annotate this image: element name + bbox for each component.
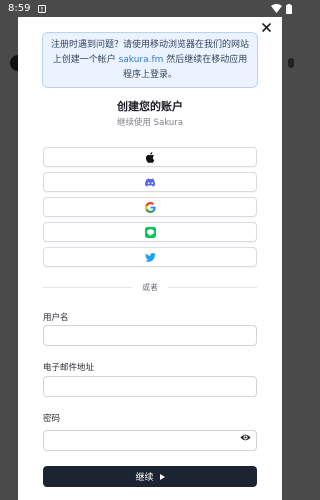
eye-icon[interactable] — [240, 432, 251, 443]
line-signin-button[interactable] — [43, 222, 257, 242]
password-input[interactable] — [43, 429, 257, 451]
notification-icon — [38, 4, 47, 13]
divider-text: 或者 — [142, 282, 158, 292]
status-time: 8:59 — [8, 3, 31, 14]
wifi-icon — [271, 4, 282, 13]
status-bar: 8:59 — [0, 0, 300, 17]
google-signin-button[interactable] — [43, 197, 257, 217]
apple-icon — [145, 151, 155, 163]
twitter-icon — [144, 252, 156, 262]
signup-modal: 注册时遇到问题？请使用移动浏览器在我们的网站上创建一个帐户 sakura.fm … — [18, 17, 282, 500]
discord-signin-button[interactable] — [43, 172, 257, 192]
close-button[interactable] — [256, 17, 276, 37]
page-subtitle: 继续使用 Sakura — [116, 118, 184, 128]
username-input[interactable] — [43, 325, 257, 346]
continue-label: 继续 — [135, 473, 154, 483]
divider-line-left — [43, 286, 132, 288]
arrow-right-icon — [159, 473, 165, 480]
google-icon — [144, 201, 156, 213]
twitter-signin-button[interactable] — [43, 247, 257, 267]
email-input[interactable] — [43, 376, 257, 397]
username-label: 用户名 — [43, 313, 69, 323]
divider-line-right — [168, 286, 257, 288]
or-divider: 或者 — [43, 281, 257, 293]
line-icon — [144, 226, 156, 238]
notice-link[interactable]: sakura.fm — [119, 55, 164, 65]
discord-icon — [144, 178, 155, 187]
apple-signin-button[interactable] — [43, 147, 257, 167]
close-icon — [261, 22, 271, 32]
email-label: 电子邮件地址 — [43, 363, 95, 373]
background-element — [288, 58, 294, 68]
password-field-wrapper — [43, 427, 257, 451]
continue-button[interactable]: 继续 — [43, 466, 257, 487]
password-label: 密码 — [43, 414, 61, 424]
battery-icon — [286, 3, 292, 14]
signup-help-notice: 注册时遇到问题？请使用移动浏览器在我们的网站上创建一个帐户 sakura.fm … — [42, 32, 258, 88]
page-title: 创建您的账户 — [117, 100, 183, 113]
